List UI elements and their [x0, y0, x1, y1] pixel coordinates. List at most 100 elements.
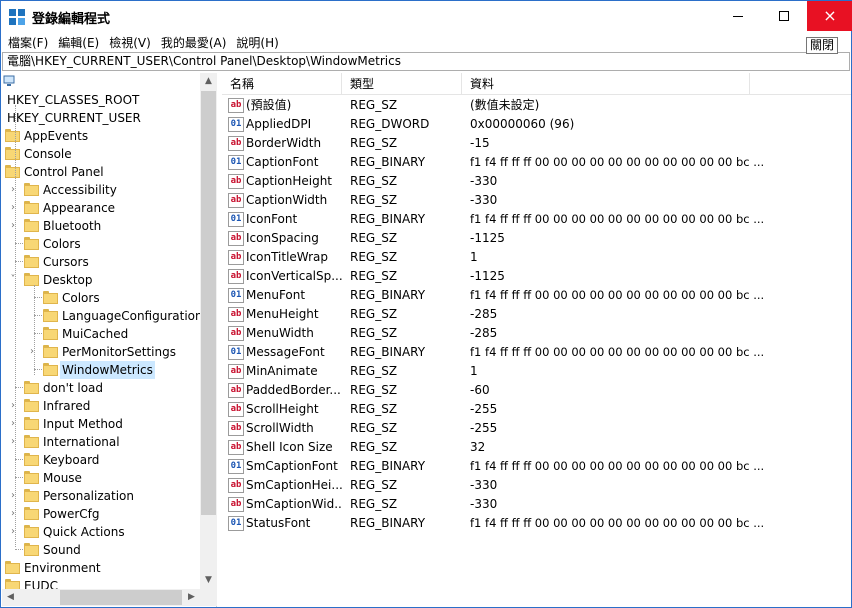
tree-vertical-scroll-thumb[interactable] [201, 91, 216, 515]
tree-item[interactable]: › International [2, 433, 216, 451]
value-row[interactable]: 01 MessageFont REG_BINARY f1 f4 ff ff ff 00… [222, 343, 851, 362]
tree-item[interactable]: Sound [2, 541, 216, 559]
maximize-button[interactable] [761, 1, 807, 31]
scroll-down-icon[interactable]: ▼ [200, 572, 217, 589]
value-row[interactable]: ab CaptionHeight REG_SZ -330 [222, 172, 851, 191]
value-type: REG_SZ [350, 250, 398, 264]
tree-vertical-scrollbar[interactable]: ▲ ▼ [200, 73, 217, 589]
tree-item[interactable]: › PowerCfg [2, 505, 216, 523]
value-row[interactable]: 01 StatusFont REG_BINARY f1 f4 ff ff ff 00 … [222, 514, 851, 533]
address-bar[interactable]: 電腦\HKEY_CURRENT_USER\Control Panel\Deskt… [2, 52, 850, 71]
tree-item-label: HKEY_CLASSES_ROOT [7, 93, 140, 107]
value-row[interactable]: 01 MenuFont REG_BINARY f1 f4 ff ff ff 00 00… [222, 286, 851, 305]
tree-item[interactable]: › Infrared [2, 397, 216, 415]
value-row[interactable]: ab (預設值) REG_SZ (數值未設定) [222, 96, 851, 115]
value-row[interactable]: 01 AppliedDPI REG_DWORD 0x00000060 (96) [222, 115, 851, 134]
tree-item[interactable]: Environment [2, 559, 216, 577]
chevron-right-icon[interactable]: › [8, 487, 18, 505]
chevron-right-icon[interactable]: › [8, 217, 18, 235]
menu-file[interactable]: 檔案(F) [7, 32, 54, 52]
chevron-right-icon[interactable]: › [8, 181, 18, 199]
column-header-type[interactable]: 類型 [342, 73, 462, 95]
value-row[interactable]: ab SmCaptionHei... REG_SZ -330 [222, 476, 851, 495]
tree-item-label: Control Panel [24, 165, 104, 179]
chevron-right-icon[interactable]: › [8, 433, 18, 451]
tree-item[interactable]: › Personalization [2, 487, 216, 505]
value-type: REG_SZ [350, 440, 398, 454]
value-row[interactable]: ab IconVerticalSp... REG_SZ -1125 [222, 267, 851, 286]
tree-item[interactable]: Console [2, 145, 216, 163]
tree-item[interactable]: › Appearance [2, 199, 216, 217]
tree-item[interactable]: Colors [2, 235, 216, 253]
folder-icon [24, 219, 39, 233]
binary-value-icon: 01 [228, 117, 244, 132]
tree-item[interactable]: › Bluetooth [2, 217, 216, 235]
minimize-button[interactable] [715, 1, 761, 31]
tree-item[interactable]: › Accessibility [2, 181, 216, 199]
chevron-down-icon[interactable]: ˅ [8, 271, 18, 289]
tree-connector [27, 289, 37, 307]
menu-favorites[interactable]: 我的最愛(A) [160, 32, 233, 52]
scroll-left-icon[interactable]: ◀ [2, 589, 19, 606]
chevron-right-icon[interactable]: › [27, 343, 37, 361]
chevron-right-icon[interactable]: › [8, 199, 18, 217]
list-header: 名稱 類型 資料 [222, 73, 851, 95]
value-name: Shell Icon Size [246, 440, 333, 454]
value-row[interactable]: ab MenuHeight REG_SZ -285 [222, 305, 851, 324]
binary-value-icon: 01 [228, 516, 244, 531]
close-button[interactable]: × [807, 1, 852, 31]
value-row[interactable]: ab SmCaptionWid... REG_SZ -330 [222, 495, 851, 514]
menu-help[interactable]: 說明(H) [235, 32, 284, 52]
value-row[interactable]: ab BorderWidth REG_SZ -15 [222, 134, 851, 153]
value-row[interactable]: ab MenuWidth REG_SZ -285 [222, 324, 851, 343]
tree-item[interactable]: › Input Method [2, 415, 216, 433]
value-row[interactable]: 01 SmCaptionFont REG_BINARY f1 f4 ff ff ff … [222, 457, 851, 476]
tree-item[interactable]: AppEvents [2, 127, 216, 145]
scroll-right-icon[interactable]: ▶ [183, 589, 200, 606]
value-row[interactable]: 01 CaptionFont REG_BINARY f1 f4 ff ff ff 00… [222, 153, 851, 172]
minimize-icon [733, 15, 743, 17]
folder-icon [24, 489, 39, 503]
value-type: REG_SZ [350, 269, 398, 283]
tree-item[interactable]: don't load [2, 379, 216, 397]
chevron-right-icon[interactable]: › [8, 523, 18, 541]
folder-icon [24, 543, 39, 557]
tree-horizontal-scrollbar[interactable]: ◀ ▶ [2, 589, 200, 606]
tree-item[interactable]: HKEY_CLASSES_ROOT [2, 91, 216, 109]
value-row[interactable]: ab PaddedBorder... REG_SZ -60 [222, 381, 851, 400]
menu-edit[interactable]: 編輯(E) [57, 32, 105, 52]
value-row[interactable]: 01 IconFont REG_BINARY f1 f4 ff ff ff 00 00… [222, 210, 851, 229]
tree-item[interactable]: Mouse [2, 469, 216, 487]
tree-item[interactable]: HKEY_CURRENT_USER [2, 109, 216, 127]
string-value-icon: ab [228, 421, 244, 436]
value-data: -330 [470, 174, 498, 188]
tree-item[interactable]: Cursors [2, 253, 216, 271]
chevron-right-icon[interactable]: › [8, 505, 18, 523]
value-row[interactable]: ab Shell Icon Size REG_SZ 32 [222, 438, 851, 457]
tree-item[interactable]: › Quick Actions [2, 523, 216, 541]
value-row[interactable]: ab ScrollWidth REG_SZ -255 [222, 419, 851, 438]
value-row[interactable]: ab ScrollHeight REG_SZ -255 [222, 400, 851, 419]
value-data: -285 [470, 307, 498, 321]
scroll-up-icon[interactable]: ▲ [200, 73, 217, 90]
tree-item-label: Infrared [43, 399, 91, 413]
title-bar[interactable]: 登錄編輯程式 × [1, 1, 852, 32]
value-type: REG_BINARY [350, 212, 426, 226]
chevron-right-icon[interactable]: › [8, 397, 18, 415]
value-row[interactable]: ab CaptionWidth REG_SZ -330 [222, 191, 851, 210]
value-row[interactable]: ab IconTitleWrap REG_SZ 1 [222, 248, 851, 267]
value-row[interactable]: ab MinAnimate REG_SZ 1 [222, 362, 851, 381]
value-row[interactable]: ab IconSpacing REG_SZ -1125 [222, 229, 851, 248]
value-type: REG_SZ [350, 497, 398, 511]
folder-icon [24, 453, 39, 467]
value-data: f1 f4 ff ff ff 00 00 00 00 00 00 00 00 0… [470, 345, 765, 359]
chevron-right-icon[interactable]: › [8, 415, 18, 433]
column-header-data[interactable]: 資料 [462, 73, 750, 95]
tree-item[interactable]: Keyboard [2, 451, 216, 469]
tree-horizontal-scroll-thumb[interactable] [60, 590, 182, 605]
column-header-name[interactable]: 名稱 [222, 73, 342, 95]
value-data: -1125 [470, 269, 505, 283]
tree-item[interactable]: Control Panel [2, 163, 216, 181]
menu-view[interactable]: 檢視(V) [108, 32, 157, 52]
value-data: (數值未設定) [470, 98, 540, 112]
